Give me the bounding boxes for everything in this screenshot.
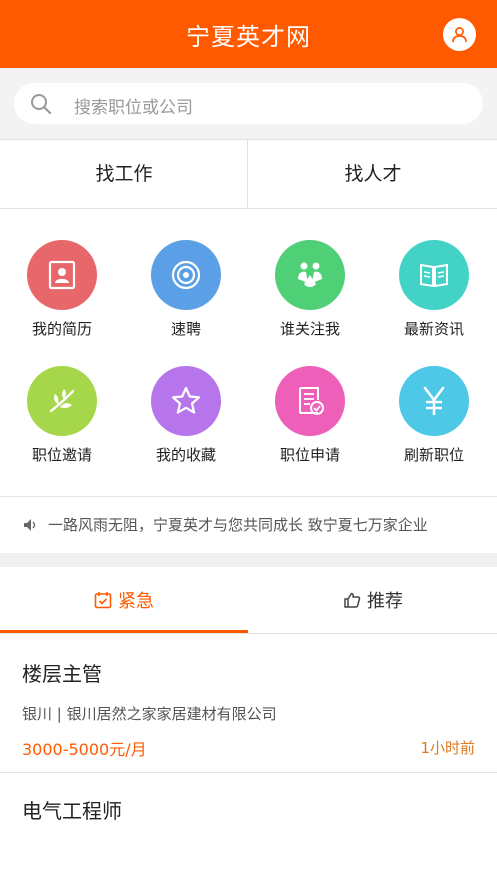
grid-label: 职位邀请 [31, 446, 92, 464]
speaker-icon [24, 519, 36, 531]
feature-grid: 我的简历 速聘 谁关注我 最新资讯 职位邀请 我的收藏 职位申请 刷新职位 [0, 210, 497, 496]
leaf-icon [27, 366, 97, 436]
tab-find-talent[interactable]: 找人才 [249, 140, 497, 208]
tab-urgent-label: 紧急 [118, 591, 154, 612]
job-salary: 3000-5000元/月 [22, 740, 147, 759]
app-header: 宁夏英才网 [0, 0, 497, 68]
tab-recommended[interactable]: 推荐 [249, 567, 497, 631]
star-icon [151, 366, 221, 436]
grid-item-job-invite[interactable]: 职位邀请 [0, 366, 124, 486]
section-gap [0, 553, 497, 567]
job-title: 电气工程师 [22, 799, 122, 823]
job-card[interactable]: 楼层主管 银川 | 银川居然之家家居建材有限公司 3000-5000元/月 1小… [0, 634, 497, 772]
calendar-check-icon [94, 592, 112, 609]
grid-label: 谁关注我 [279, 320, 340, 338]
notice-bar[interactable]: 一路风雨无阻，宁夏英才与您共同成长 致宁夏七万家企业 [0, 496, 497, 553]
thumbs-up-icon [344, 592, 361, 608]
followers-icon [275, 240, 345, 310]
grid-item-resume[interactable]: 我的简历 [0, 240, 124, 360]
main-tabs: 找工作 找人才 [0, 139, 497, 209]
grid-item-news[interactable]: 最新资讯 [372, 240, 496, 360]
tab-find-job[interactable]: 找工作 [0, 140, 248, 208]
yen-icon [399, 366, 469, 436]
target-icon [151, 240, 221, 310]
app-title: 宁夏英才网 [186, 23, 311, 51]
search-bar: 搜索职位或公司 [0, 68, 497, 139]
grid-label: 我的收藏 [155, 446, 216, 464]
job-title: 楼层主管 [22, 662, 102, 686]
profile-button[interactable] [443, 18, 476, 51]
grid-label: 速聘 [170, 320, 201, 338]
notice-text: 一路风雨无阻，宁夏英才与您共同成长 致宁夏七万家企业 [48, 516, 428, 534]
job-card[interactable]: 电气工程师 [0, 773, 497, 883]
grid-item-refresh-job[interactable]: 刷新职位 [372, 366, 496, 486]
search-input[interactable]: 搜索职位或公司 [14, 83, 483, 124]
news-icon [399, 240, 469, 310]
tab-urgent[interactable]: 紧急 [0, 567, 248, 633]
user-icon [452, 27, 467, 43]
tab-divider [247, 140, 248, 208]
search-placeholder: 搜索职位或公司 [74, 98, 193, 118]
application-icon [275, 366, 345, 436]
grid-item-quick-hire[interactable]: 速聘 [124, 240, 248, 360]
job-company: 银川 | 银川居然之家家居建材有限公司 [22, 705, 277, 723]
grid-label: 最新资讯 [403, 320, 464, 338]
search-icon [31, 94, 52, 115]
job-tabs: 紧急 推荐 [0, 567, 497, 634]
grid-item-followers[interactable]: 谁关注我 [248, 240, 372, 360]
grid-label: 我的简历 [31, 320, 92, 338]
resume-icon [27, 240, 97, 310]
job-posted-time: 1小时前 [420, 739, 475, 757]
tab-recommended-label: 推荐 [367, 591, 403, 612]
grid-item-applications[interactable]: 职位申请 [248, 366, 372, 486]
grid-label: 职位申请 [279, 446, 340, 464]
grid-item-favorites[interactable]: 我的收藏 [124, 366, 248, 486]
grid-label: 刷新职位 [403, 446, 464, 464]
active-tab-underline [0, 630, 248, 633]
